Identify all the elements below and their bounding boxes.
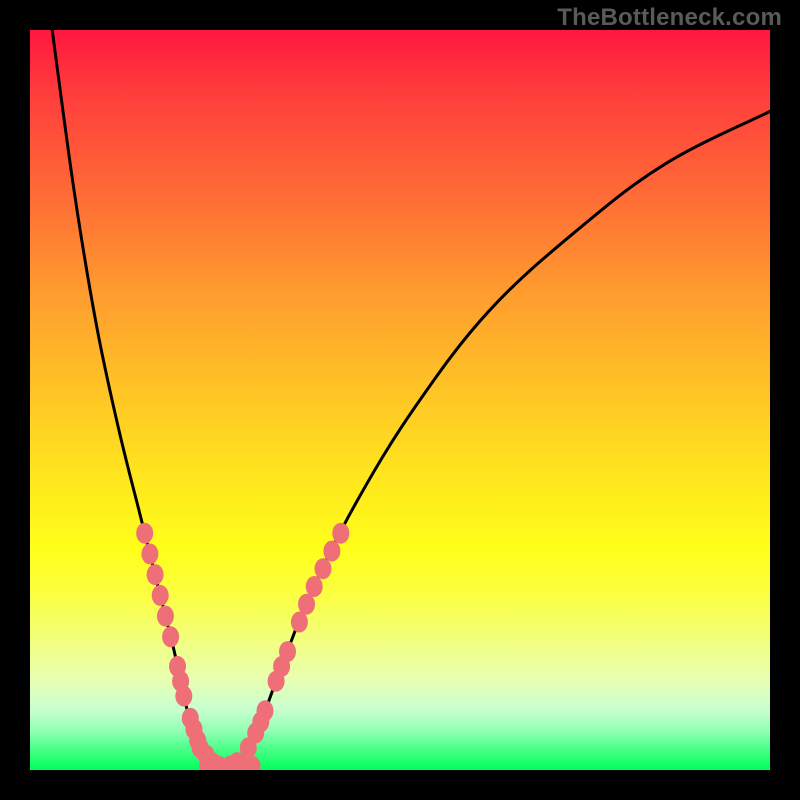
bead	[141, 543, 158, 564]
bead	[157, 606, 174, 627]
bead	[315, 558, 332, 579]
bead	[257, 700, 274, 721]
chart-svg	[30, 30, 770, 770]
bead	[162, 626, 179, 647]
bead	[136, 523, 153, 544]
bead	[244, 756, 261, 770]
bead	[298, 594, 315, 615]
bead	[306, 576, 323, 597]
beads-group	[136, 523, 349, 770]
curves-group	[52, 30, 770, 770]
plot-area	[30, 30, 770, 770]
bead	[279, 641, 296, 662]
bead	[175, 686, 192, 707]
bead	[147, 564, 164, 585]
watermark-text: TheBottleneck.com	[557, 4, 782, 32]
right-curve	[230, 111, 770, 770]
outer-frame: TheBottleneck.com	[0, 0, 800, 800]
left-curve	[52, 30, 230, 770]
bead	[323, 541, 340, 562]
bead	[152, 585, 169, 606]
bead	[332, 523, 349, 544]
bead	[291, 612, 308, 633]
